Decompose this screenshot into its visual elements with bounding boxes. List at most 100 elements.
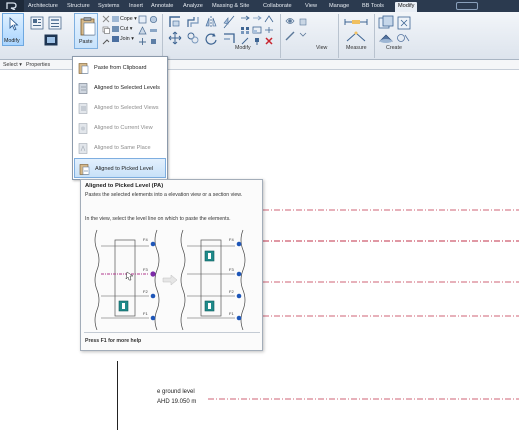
create-parts-icon[interactable] xyxy=(396,15,412,31)
trim-icon[interactable] xyxy=(264,15,274,23)
properties-panel-title[interactable]: Properties xyxy=(26,61,50,69)
menu-item-aligned-to-same-place[interactable]: Aligned to Same Place xyxy=(74,138,166,158)
join-button[interactable]: Join ▾ xyxy=(112,35,134,43)
menu-item-aligned-to-selected-views[interactable]: Aligned to Selected Views xyxy=(74,98,166,118)
cope-icon xyxy=(112,15,119,22)
menu-item-paste-from-clipboard[interactable]: Paste from Clipboard xyxy=(74,58,166,78)
tab-systems[interactable]: Systems xyxy=(98,2,119,12)
tooltip-divider xyxy=(84,332,260,333)
modify-button-label: Modify xyxy=(4,38,20,44)
tab-collaborate[interactable]: Collaborate xyxy=(263,2,292,12)
move-icon[interactable] xyxy=(168,31,182,45)
split-icon[interactable] xyxy=(264,26,274,34)
copy-move-icon[interactable] xyxy=(252,15,262,21)
geometry-icon-4[interactable] xyxy=(149,26,158,35)
create-group-icon[interactable] xyxy=(378,32,394,44)
cursor-arrow-icon xyxy=(9,17,19,31)
select-dropdown[interactable]: Select ▾ xyxy=(3,61,22,69)
aligned-current-view-icon xyxy=(78,123,88,134)
tab-manage[interactable]: Manage xyxy=(329,2,349,12)
linework-icon[interactable] xyxy=(284,30,296,42)
copy-icon[interactable] xyxy=(102,26,110,34)
tab-analyze[interactable]: Analyze xyxy=(183,2,203,12)
aligned-picked-level-icon xyxy=(79,164,90,175)
panel-separator xyxy=(280,14,281,58)
geometry-icon-6[interactable] xyxy=(149,37,158,46)
ribbon-tab-bar: Architecture Structure Systems Insert An… xyxy=(0,0,519,12)
level-name-label: e ground level xyxy=(157,389,195,395)
menu-item-aligned-to-picked-level[interactable]: Aligned to Picked Level xyxy=(74,158,166,178)
properties-panel-icon[interactable] xyxy=(44,34,58,46)
paste-button-label: Paste xyxy=(79,39,93,45)
level-elevation-label: AHD 19.050 m xyxy=(157,399,197,405)
figure-level-label: F2 xyxy=(229,289,234,294)
geometry-icon-3[interactable] xyxy=(138,26,147,35)
figure-level-label: F4 xyxy=(229,237,234,242)
move-icon-small[interactable] xyxy=(240,15,250,21)
aligned-levels-icon xyxy=(78,83,88,94)
cut-button[interactable]: Cut ▾ xyxy=(112,25,132,33)
measure-between-references-icon[interactable] xyxy=(344,17,368,27)
override-graphics-icon[interactable] xyxy=(299,18,307,26)
hide-in-view-icon[interactable] xyxy=(284,15,296,27)
cut-label: Cut xyxy=(120,26,129,32)
delete-icon[interactable] xyxy=(264,37,274,45)
figure-level-label: F2 xyxy=(143,289,148,294)
aligned-dimension-icon[interactable] xyxy=(344,30,368,42)
tooltip-aligned-to-picked-level: Aligned to Picked Level (PA) Pastes the … xyxy=(80,179,263,351)
panel-separator xyxy=(338,14,339,58)
offset-icon[interactable] xyxy=(186,15,200,29)
panel-separator xyxy=(162,14,163,58)
array-icon[interactable] xyxy=(240,26,250,34)
tab-annotate[interactable]: Annotate xyxy=(151,2,173,12)
contextual-tab-toggle[interactable] xyxy=(456,2,478,10)
tooltip-help-hint: Press F1 for more help xyxy=(85,338,142,344)
unpin-icon[interactable] xyxy=(240,37,250,45)
copy-tool-icon[interactable] xyxy=(186,31,200,45)
view-panel-label: View xyxy=(316,45,328,51)
rotate-icon[interactable] xyxy=(204,31,218,45)
application-menu-button[interactable] xyxy=(0,0,24,12)
cut-x-icon[interactable] xyxy=(102,15,110,23)
figure-level-label: F3 xyxy=(143,267,148,272)
tooltip-title: Aligned to Picked Level (PA) xyxy=(85,183,164,189)
menu-item-label: Aligned to Selected Views xyxy=(94,105,159,111)
cope-button[interactable]: Cope ▾ xyxy=(112,15,137,23)
pin-icon[interactable] xyxy=(252,37,262,45)
tab-massing-site[interactable]: Massing & Site xyxy=(212,2,249,12)
trim-extend-corner-icon[interactable] xyxy=(222,31,236,45)
create-panel-label: Create xyxy=(386,45,402,51)
menu-item-label: Paste from Clipboard xyxy=(94,65,147,71)
tab-insert[interactable]: Insert xyxy=(129,2,143,12)
geometry-icon-1[interactable] xyxy=(138,15,147,24)
menu-item-label: Aligned to Same Place xyxy=(94,145,151,151)
match-properties-icon[interactable] xyxy=(102,37,110,45)
create-assembly-icon[interactable] xyxy=(378,15,394,31)
tab-architecture[interactable]: Architecture xyxy=(28,2,58,12)
family-types-icon[interactable] xyxy=(48,16,62,30)
tab-modify[interactable]: Modify xyxy=(395,2,418,12)
tab-structure[interactable]: Structure xyxy=(67,2,90,12)
menu-item-label: Aligned to Selected Levels xyxy=(94,85,160,91)
cut-geometry-icon xyxy=(112,25,119,32)
clipboard-icon xyxy=(80,17,96,36)
tab-view[interactable]: View xyxy=(305,2,317,12)
join-icon xyxy=(112,35,119,42)
menu-item-label: Aligned to Picked Level xyxy=(95,166,154,172)
cope-label: Cope xyxy=(120,16,133,22)
mirror-pick-axis-icon[interactable] xyxy=(204,15,218,29)
menu-item-aligned-to-selected-levels[interactable]: Aligned to Selected Levels xyxy=(74,78,166,98)
figure-level-label: F1 xyxy=(143,311,148,316)
paste-clipboard-icon xyxy=(78,63,89,74)
type-properties-icon[interactable] xyxy=(30,16,44,30)
menu-item-aligned-to-current-view[interactable]: Aligned to Current View xyxy=(74,118,166,138)
geometry-icon-5[interactable] xyxy=(138,37,147,46)
view-dropdown-icon[interactable] xyxy=(299,30,307,38)
geometry-icon-2[interactable] xyxy=(149,15,158,24)
mirror-draw-axis-icon[interactable] xyxy=(222,15,236,29)
align-icon[interactable] xyxy=(168,15,182,29)
create-similar-icon[interactable] xyxy=(396,32,410,44)
tab-bb-tools[interactable]: BB Tools xyxy=(362,2,384,12)
scale-icon[interactable] xyxy=(252,26,262,34)
grid-line xyxy=(117,361,118,430)
